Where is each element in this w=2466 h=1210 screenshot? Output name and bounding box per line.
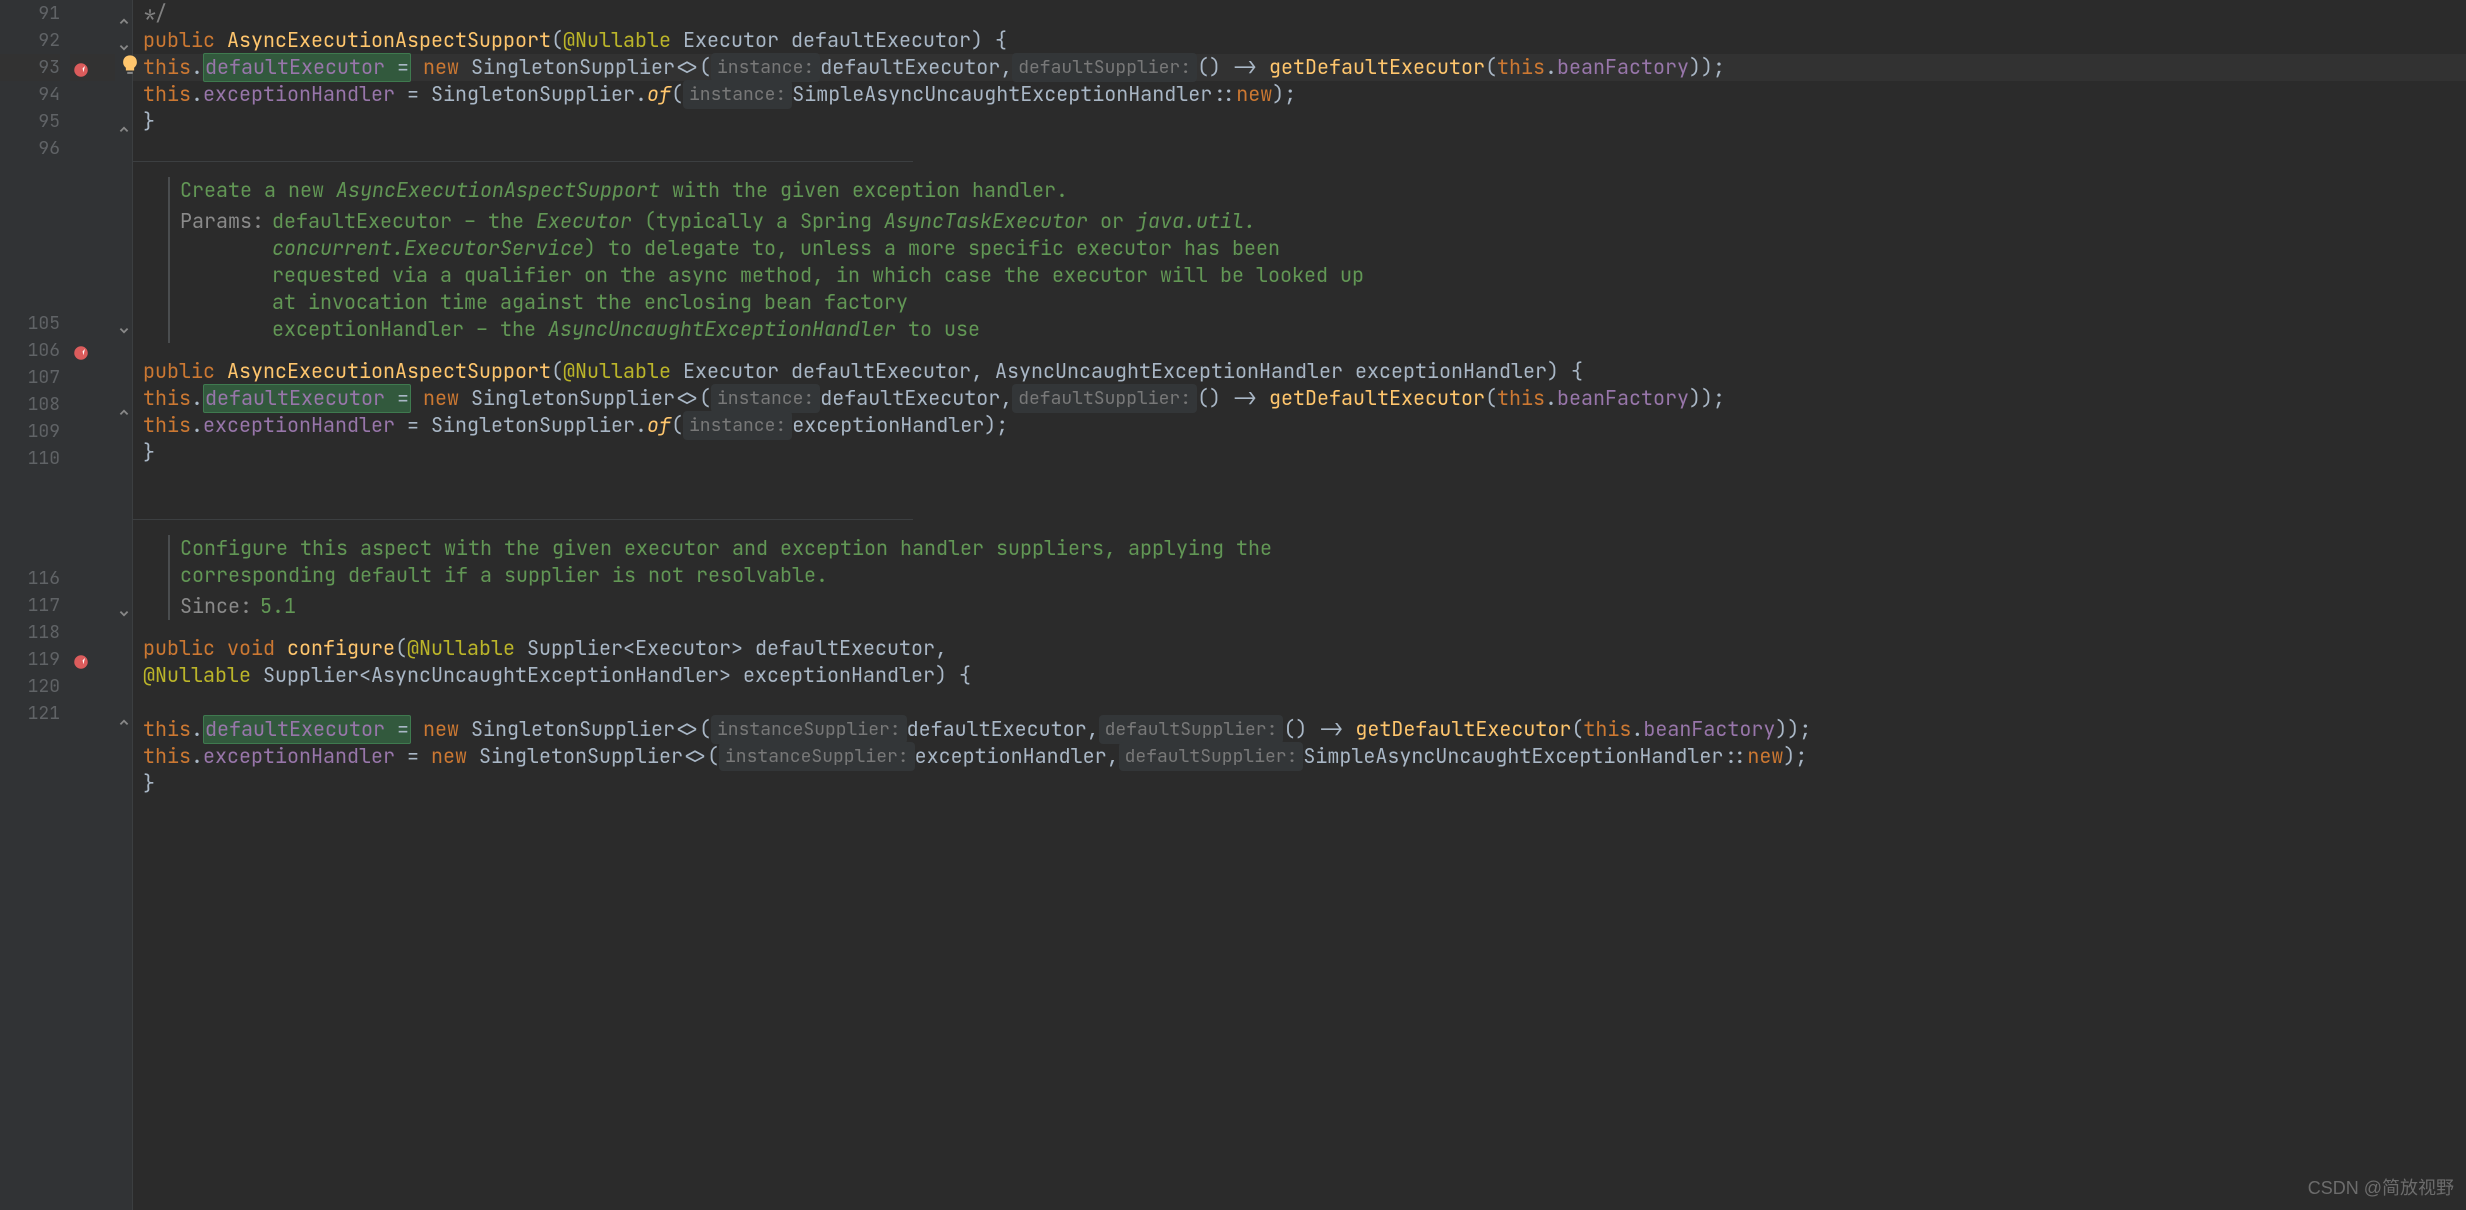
code-line[interactable]: this.defaultExecutor = new SingletonSupp… [133, 54, 2466, 81]
line-number[interactable]: 105 [0, 310, 60, 337]
fold-icon[interactable] [118, 398, 130, 410]
fold-icon[interactable] [118, 7, 130, 19]
code-line[interactable]: public void configure(@Nullable Supplier… [133, 635, 2466, 662]
code-line[interactable]: this.defaultExecutor = new SingletonSupp… [133, 716, 2466, 743]
line-number[interactable]: 106 [0, 337, 60, 364]
fold-icon[interactable] [118, 115, 130, 127]
line-number[interactable]: 121 [0, 700, 60, 727]
code-line[interactable] [133, 466, 2466, 493]
code-area[interactable]: */ public AsyncExecutionAspectSupport(@N… [133, 0, 2466, 1210]
line-number[interactable]: 117 [0, 592, 60, 619]
line-number[interactable]: 116 [0, 565, 60, 592]
code-line[interactable]: } [133, 439, 2466, 466]
intention-bulb-icon[interactable] [119, 54, 141, 83]
fold-icon[interactable] [118, 708, 130, 720]
line-number[interactable]: 93 [0, 54, 60, 81]
code-line[interactable]: this.defaultExecutor = new SingletonSupp… [133, 385, 2466, 412]
line-number[interactable]: 92 [0, 27, 60, 54]
line-number[interactable]: 109 [0, 418, 60, 445]
code-line[interactable]: */ [133, 0, 2466, 27]
params-label: Params: [180, 208, 264, 343]
line-number[interactable]: 96 [0, 135, 60, 162]
fold-column [115, 0, 133, 1210]
code-editor: 91 92 93 94 95 96 105 106 107 108 109 11… [0, 0, 2466, 1210]
code-line[interactable] [133, 135, 913, 162]
breakpoint-icon[interactable] [72, 342, 90, 360]
gutter-icons [70, 0, 115, 1210]
line-number[interactable]: 108 [0, 391, 60, 418]
code-line[interactable] [133, 493, 913, 520]
javadoc-block: Configure this aspect with the given exe… [133, 520, 2466, 635]
code-line[interactable]: } [133, 770, 2466, 797]
javadoc-block: Create a new AsyncExecutionAspectSupport… [133, 162, 2466, 358]
since-label: Since: [180, 593, 252, 620]
code-line[interactable]: this.exceptionHandler = SingletonSupplie… [133, 81, 2466, 108]
line-number[interactable]: 94 [0, 81, 60, 108]
fold-icon[interactable] [118, 600, 130, 612]
fold-icon[interactable] [118, 317, 130, 329]
code-line[interactable]: this.exceptionHandler = SingletonSupplie… [133, 412, 2466, 439]
breakpoint-icon[interactable] [72, 651, 90, 669]
breakpoint-icon[interactable] [72, 59, 90, 77]
line-number[interactable]: 118 [0, 619, 60, 646]
line-number[interactable]: 120 [0, 673, 60, 700]
line-number[interactable]: 95 [0, 108, 60, 135]
watermark: CSDN @简放视野 [2308, 1175, 2454, 1202]
line-number-gutter: 91 92 93 94 95 96 105 106 107 108 109 11… [0, 0, 70, 1210]
fold-icon[interactable] [118, 34, 130, 46]
code-line[interactable]: public AsyncExecutionAspectSupport(@Null… [133, 358, 2466, 385]
line-number[interactable]: 110 [0, 445, 60, 472]
code-line[interactable]: public AsyncExecutionAspectSupport(@Null… [133, 27, 2466, 54]
code-line[interactable] [133, 689, 2466, 716]
line-number[interactable]: 107 [0, 364, 60, 391]
line-number[interactable]: 91 [0, 0, 60, 27]
code-line[interactable]: this.exceptionHandler = new SingletonSup… [133, 743, 2466, 770]
code-line[interactable]: } [133, 108, 2466, 135]
line-number[interactable]: 119 [0, 646, 60, 673]
code-line[interactable]: @Nullable Supplier<AsyncUncaughtExceptio… [133, 662, 2466, 689]
